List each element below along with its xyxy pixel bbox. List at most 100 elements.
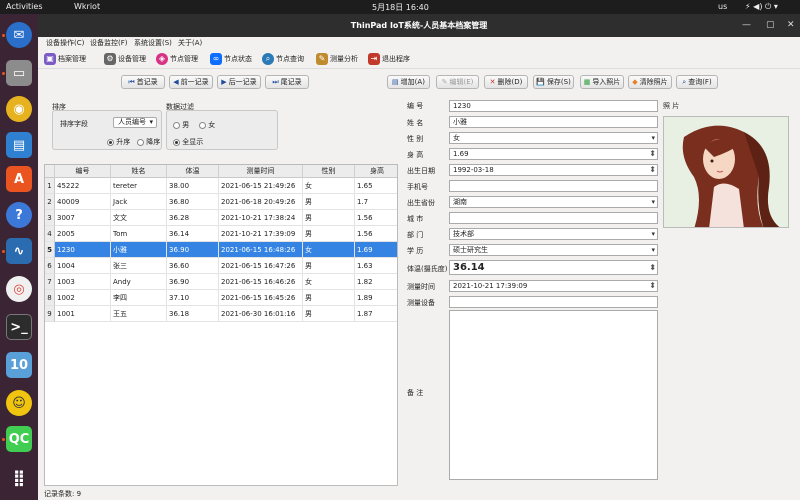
clock[interactable]: 5月18日 16:40 xyxy=(372,2,429,13)
city-field[interactable] xyxy=(449,212,658,224)
first-record-button[interactable]: ⏮ 首记录 xyxy=(121,75,165,89)
table-cell[interactable]: 文文 xyxy=(111,210,167,226)
edit-button[interactable]: ✎ 编辑(E) xyxy=(436,75,479,89)
temp-spinbox[interactable]: 36.14 xyxy=(449,260,658,275)
menu-device-ops[interactable]: 设备操作(C) xyxy=(46,38,84,48)
table-row[interactable]: 2 40009 Jack 36.80 2021-06-18 20:49:26 男 1.7 xyxy=(45,194,397,210)
table-cell[interactable]: 1.87 xyxy=(355,306,397,322)
table-cell[interactable]: 王五 xyxy=(111,306,167,322)
name-field[interactable]: 小雅 xyxy=(449,116,658,128)
table-cell[interactable]: 小雅 xyxy=(111,242,167,258)
app-menu[interactable]: Wkriot xyxy=(74,2,100,11)
table-cell[interactable]: 1.63 xyxy=(355,258,397,274)
table-cell[interactable]: 2021-06-18 20:49:26 xyxy=(219,194,303,210)
table-cell[interactable]: 1.65 xyxy=(355,178,397,194)
table-cell[interactable]: 36.28 xyxy=(167,210,219,226)
table-cell[interactable]: 1003 xyxy=(55,274,111,290)
table-row[interactable]: 5 1230 小雅 36.90 2021-06-15 16:48:26 女 1.69 xyxy=(45,242,397,258)
next-record-button[interactable]: ▶ 后一记录 xyxy=(217,75,261,89)
row-number[interactable]: 1 xyxy=(45,178,55,194)
phone-field[interactable] xyxy=(449,180,658,192)
table-cell[interactable]: 2021-06-30 16:01:16 xyxy=(219,306,303,322)
qtcreator-icon[interactable]: QC xyxy=(6,426,32,452)
toolbar-node-query-button[interactable]: ⌕ 节点查询 xyxy=(262,52,304,66)
row-number[interactable]: 9 xyxy=(45,306,55,322)
province-select[interactable]: 湖南 xyxy=(449,196,658,208)
table-cell[interactable]: 1004 xyxy=(55,258,111,274)
female-radio[interactable]: 女 xyxy=(199,120,215,130)
table-cell[interactable]: 1.7 xyxy=(355,194,397,210)
table-cell[interactable]: 36.90 xyxy=(167,242,219,258)
table-row[interactable]: 4 2005 Tom 36.14 2021-10-21 17:39:09 男 1.56 xyxy=(45,226,397,242)
gender-select[interactable]: 女 xyxy=(449,132,658,144)
table-cell[interactable]: 男 xyxy=(303,306,355,322)
clear-photo-button[interactable]: ◆ 清除照片 xyxy=(628,75,672,89)
row-number[interactable]: 4 xyxy=(45,226,55,242)
table-cell[interactable]: Andy xyxy=(111,274,167,290)
column-header[interactable]: 姓名 xyxy=(111,165,167,177)
row-number[interactable]: 6 xyxy=(45,258,55,274)
table-cell[interactable]: Jack xyxy=(111,194,167,210)
table-cell[interactable]: 38.00 xyxy=(167,178,219,194)
table-cell[interactable]: 45222 xyxy=(55,178,111,194)
table-cell[interactable]: 男 xyxy=(303,194,355,210)
male-radio[interactable]: 男 xyxy=(173,120,189,130)
note-textarea[interactable] xyxy=(449,310,658,480)
table-cell[interactable]: 女 xyxy=(303,274,355,290)
prev-record-button[interactable]: ◀ 前一记录 xyxy=(169,75,213,89)
all-radio[interactable]: 全显示 xyxy=(173,137,203,147)
table-cell[interactable]: 张三 xyxy=(111,258,167,274)
table-row[interactable]: 1 45222 tereter 38.00 2021-06-15 21:49:26 女 1.… xyxy=(45,178,397,194)
photo-frame[interactable] xyxy=(663,116,789,228)
activities-button[interactable]: Activities xyxy=(6,2,43,11)
table-cell[interactable]: 1001 xyxy=(55,306,111,322)
show-apps-icon[interactable]: ⣿ xyxy=(6,464,32,490)
menu-about[interactable]: 关于(A) xyxy=(178,38,202,48)
table-cell[interactable]: 40009 xyxy=(55,194,111,210)
import-photo-button[interactable]: ▦ 导入照片 xyxy=(580,75,624,89)
records-table[interactable]: 编号 姓名 体温 测量时间 性别 身高 1 45222 tereter 38.00 20… xyxy=(44,164,398,486)
device-field[interactable] xyxy=(449,296,658,308)
thunderbird-icon[interactable]: ✉ xyxy=(6,22,32,48)
table-cell[interactable]: 男 xyxy=(303,258,355,274)
table-cell[interactable]: 女 xyxy=(303,178,355,194)
table-cell[interactable]: tereter xyxy=(111,178,167,194)
row-number[interactable]: 7 xyxy=(45,274,55,290)
table-cell[interactable]: 女 xyxy=(303,242,355,258)
column-header[interactable]: 编号 xyxy=(55,165,111,177)
toolbar-node-button[interactable]: ◈ 节点管理 xyxy=(156,52,198,66)
table-row[interactable]: 3 3007 文文 36.28 2021-10-21 17:38:24 男 1.56 xyxy=(45,210,397,226)
table-cell[interactable]: 2005 xyxy=(55,226,111,242)
sort-field-select[interactable]: 人员编号 xyxy=(113,117,157,128)
minimize-icon[interactable]: — xyxy=(742,20,751,30)
table-cell[interactable]: 1.56 xyxy=(355,210,397,226)
table-cell[interactable]: 2021-06-15 16:45:26 xyxy=(219,290,303,306)
column-header[interactable]: 测量时间 xyxy=(219,165,303,177)
save-button[interactable]: 💾 保存(S) xyxy=(533,75,574,89)
column-header[interactable]: 身高 xyxy=(355,165,397,177)
table-cell[interactable]: 2021-06-15 16:47:26 xyxy=(219,258,303,274)
delete-button[interactable]: ✕ 删除(D) xyxy=(484,75,528,89)
table-cell[interactable]: 3007 xyxy=(55,210,111,226)
table-cell[interactable]: 2021-10-21 17:39:09 xyxy=(219,226,303,242)
table-cell[interactable]: 2021-06-15 16:48:26 xyxy=(219,242,303,258)
table-cell[interactable]: 1002 xyxy=(55,290,111,306)
query-button[interactable]: ⌕ 查询(F) xyxy=(676,75,718,89)
terminal-icon[interactable]: >_ xyxy=(6,314,32,340)
table-cell[interactable]: 1.56 xyxy=(355,226,397,242)
toolbar-node-status-button[interactable]: ∞ 节点状态 xyxy=(210,52,252,66)
table-cell[interactable]: 1.69 xyxy=(355,242,397,258)
menu-settings[interactable]: 系统设置(S) xyxy=(134,38,172,48)
keyboard-layout[interactable]: us xyxy=(718,2,727,11)
last-record-button[interactable]: ⏭ 尾记录 xyxy=(265,75,309,89)
rhythmbox-icon[interactable]: ◉ xyxy=(6,96,32,122)
table-cell[interactable]: 37.10 xyxy=(167,290,219,306)
table-cell[interactable]: 男 xyxy=(303,226,355,242)
id-field[interactable]: 1230 xyxy=(449,100,658,112)
table-cell[interactable]: 男 xyxy=(303,290,355,306)
table-cell[interactable]: 2021-10-21 17:38:24 xyxy=(219,210,303,226)
table-row[interactable]: 6 1004 张三 36.60 2021-06-15 16:47:26 男 1.63 xyxy=(45,258,397,274)
row-number[interactable]: 3 xyxy=(45,210,55,226)
menu-device-monitor[interactable]: 设备监控(F) xyxy=(90,38,128,48)
table-cell[interactable]: 李四 xyxy=(111,290,167,306)
